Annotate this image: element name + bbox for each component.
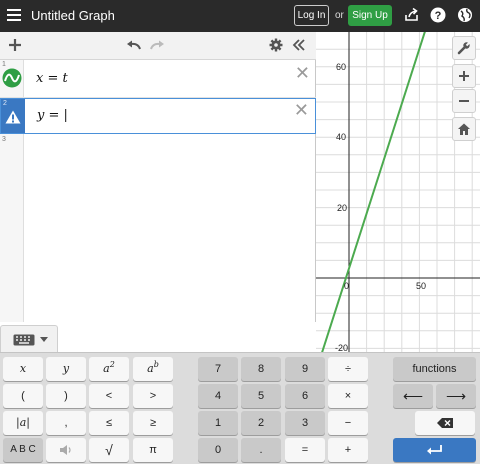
warning-icon[interactable] <box>5 110 21 124</box>
row-number: 1 <box>2 61 6 68</box>
key-minus[interactable]: − <box>328 411 368 435</box>
key-equals[interactable]: = <box>285 438 325 462</box>
signup-button[interactable]: Sign Up <box>348 5 392 26</box>
x-tick-label: 0 <box>344 281 349 291</box>
backspace-icon <box>437 418 453 428</box>
key-1[interactable]: 1 <box>198 411 238 435</box>
minus-icon <box>459 100 469 102</box>
expression-list: 1 x = t ✕ 2 y = | ✕ 3 <box>0 60 316 322</box>
expression-input[interactable]: y = | <box>37 108 68 123</box>
row-number: 3 <box>2 136 6 143</box>
caret-down-icon <box>40 337 48 342</box>
key-abc-letters[interactable]: A B C <box>3 438 43 462</box>
home-icon <box>458 123 470 135</box>
key-decimal[interactable]: . <box>241 438 281 462</box>
key-0[interactable]: 0 <box>198 438 238 462</box>
key-5[interactable]: 5 <box>241 384 281 408</box>
key-multiply[interactable]: × <box>328 384 368 408</box>
key-comma[interactable]: , <box>46 411 86 435</box>
or-label: or <box>335 10 344 21</box>
key-y[interactable]: y <box>46 357 86 381</box>
key-absolute-value[interactable]: |a| <box>3 411 43 435</box>
y-tick-label: 40 <box>336 132 346 142</box>
zoom-out-button[interactable] <box>452 89 476 113</box>
key-3[interactable]: 3 <box>285 411 325 435</box>
key-7[interactable]: 7 <box>198 357 238 381</box>
key-pi[interactable]: π <box>133 438 173 462</box>
speaker-icon <box>60 445 71 455</box>
key-right-paren[interactable]: ) <box>46 384 86 408</box>
expression-text[interactable]: x = t <box>36 71 68 86</box>
y-tick-label: 60 <box>336 62 346 72</box>
key-6[interactable]: 6 <box>285 384 325 408</box>
key-a-power-b[interactable]: ab <box>133 357 173 381</box>
key-x[interactable]: x <box>3 357 43 381</box>
delete-expression-icon[interactable]: ✕ <box>295 64 310 82</box>
key-plus[interactable]: + <box>328 438 368 462</box>
key-a-squared[interactable]: a2 <box>89 357 129 381</box>
keypad-toggle[interactable] <box>0 325 58 353</box>
key-enter[interactable] <box>393 438 476 462</box>
slider-wave-icon[interactable] <box>2 68 22 88</box>
default-viewport-button[interactable] <box>452 117 476 141</box>
key-less-than[interactable]: < <box>89 384 129 408</box>
key-2[interactable]: 2 <box>241 411 281 435</box>
plotted-line[interactable] <box>319 32 428 354</box>
x-tick-label: 50 <box>416 281 426 291</box>
expression-row-active[interactable]: 2 y = | ✕ <box>0 98 316 134</box>
math-keypad: x y a2 ab 7 8 9 ÷ functions ( ) < > 4 5 … <box>0 352 480 464</box>
row-number: 2 <box>3 100 7 107</box>
top-bar: Untitled Graph Log In or Sign Up ? <box>0 0 480 32</box>
key-greater-equal[interactable]: ≥ <box>133 411 173 435</box>
key-left-paren[interactable]: ( <box>3 384 43 408</box>
key-square-root[interactable]: √ <box>89 438 129 462</box>
expression-row-empty[interactable] <box>24 134 316 322</box>
delete-expression-icon[interactable]: ✕ <box>294 101 309 119</box>
globe-icon[interactable] <box>457 7 473 23</box>
graph-title[interactable]: Untitled Graph <box>31 8 115 23</box>
key-greater-than[interactable]: > <box>133 384 173 408</box>
collapse-panel-icon[interactable] <box>292 39 306 51</box>
menu-icon[interactable] <box>7 8 21 24</box>
key-8[interactable]: 8 <box>241 357 281 381</box>
zoom-in-button[interactable] <box>452 64 476 88</box>
undo-icon[interactable] <box>126 39 142 51</box>
key-cursor-right[interactable]: ⟶ <box>436 384 476 408</box>
key-backspace[interactable] <box>415 411 475 435</box>
enter-icon <box>426 445 442 455</box>
key-audio[interactable] <box>46 438 86 462</box>
svg-text:?: ? <box>435 10 442 22</box>
settings-gear-icon[interactable] <box>269 38 283 52</box>
login-button[interactable]: Log In <box>294 5 329 26</box>
key-cursor-left[interactable]: ⟵ <box>393 384 433 408</box>
key-divide[interactable]: ÷ <box>328 357 368 381</box>
key-9[interactable]: 9 <box>285 357 325 381</box>
expression-toolbar <box>0 32 316 60</box>
expression-row[interactable]: 1 x = t ✕ <box>0 60 316 98</box>
expression-status[interactable]: 2 <box>1 99 25 133</box>
key-functions[interactable]: functions <box>393 357 476 381</box>
plus-icon <box>459 71 469 81</box>
redo-icon[interactable] <box>149 39 165 51</box>
graph-settings-wrench-button[interactable] <box>452 36 476 60</box>
keyboard-icon <box>13 334 35 346</box>
key-4[interactable]: 4 <box>198 384 238 408</box>
key-less-equal[interactable]: ≤ <box>89 411 129 435</box>
help-icon[interactable]: ? <box>430 7 446 23</box>
add-item-icon[interactable] <box>8 38 22 52</box>
share-icon[interactable] <box>404 7 420 23</box>
wrench-icon <box>457 41 471 55</box>
y-tick-label: 20 <box>337 203 347 213</box>
expression-status[interactable]: 1 <box>0 60 24 97</box>
